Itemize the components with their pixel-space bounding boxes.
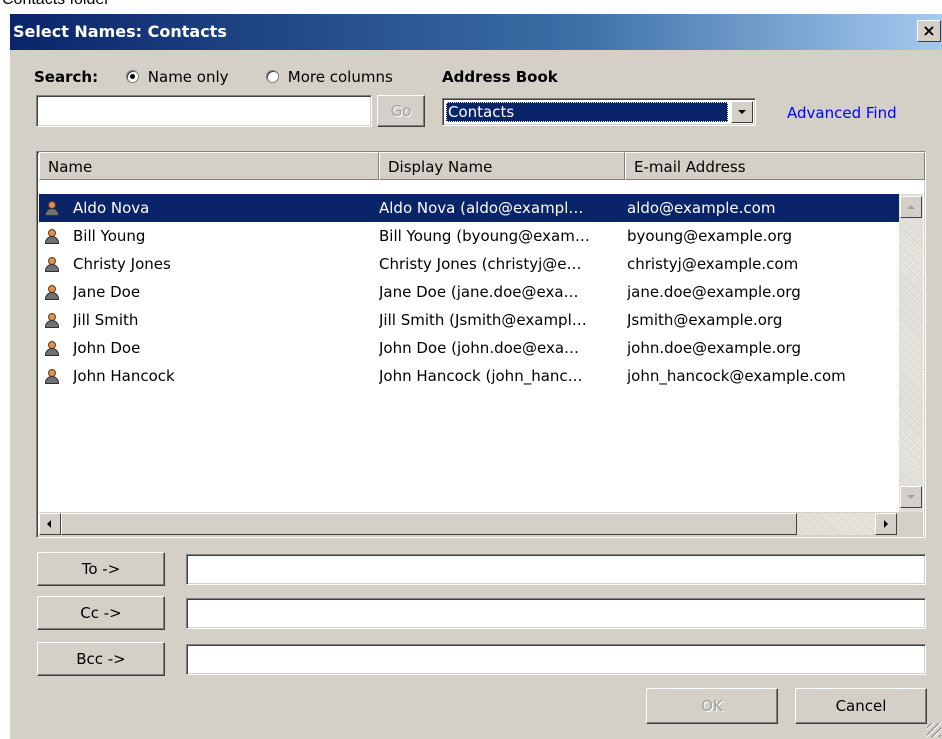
radio-name-only[interactable]: Name only — [126, 66, 229, 88]
contact-email: john_hancock@example.com — [627, 367, 846, 385]
contact-name: John Hancock — [73, 367, 175, 385]
radio-name-only-dot[interactable] — [126, 70, 139, 83]
contact-icon — [45, 313, 59, 328]
scroll-up-icon — [907, 205, 915, 209]
radio-more-columns-label: More columns — [287, 68, 393, 86]
contact-name: Aldo Nova — [73, 199, 150, 217]
column-header-name[interactable]: Name — [39, 152, 379, 180]
vertical-scrollbar[interactable] — [899, 194, 923, 512]
bcc-field[interactable] — [186, 644, 926, 675]
contact-icon — [45, 257, 59, 272]
search-input[interactable] — [36, 95, 372, 127]
scroll-down-button[interactable] — [900, 486, 922, 508]
contact-display-name: John Hancock (john_hanc… — [379, 367, 583, 385]
contact-icon — [45, 369, 59, 384]
horizontal-scroll-track[interactable] — [797, 513, 875, 535]
advanced-find-link[interactable]: Advanced Find — [787, 103, 897, 123]
address-book-label: Address Book — [442, 68, 558, 86]
contact-display-name: Jill Smith (Jsmith@exampl… — [379, 311, 587, 329]
contact-email: jane.doe@example.org — [627, 283, 801, 301]
address-book-dropdown[interactable]: Contacts — [442, 98, 756, 126]
column-header-email[interactable]: E-mail Address — [625, 152, 925, 180]
contact-icon — [45, 285, 59, 300]
bcc-button[interactable]: Bcc -> — [37, 642, 165, 676]
table-row[interactable]: Christy Jones Christy Jones (christyj@e…… — [39, 250, 899, 278]
scroll-right-button[interactable] — [875, 513, 897, 535]
contact-name: Christy Jones — [73, 255, 171, 273]
cc-button[interactable]: Cc -> — [37, 596, 165, 630]
cc-field[interactable] — [186, 598, 926, 629]
contact-display-name: Jane Doe (jane.doe@exa… — [379, 283, 579, 301]
table-row[interactable]: John Hancock John Hancock (john_hanc… jo… — [39, 362, 899, 390]
window-title: Select Names: Contacts — [13, 22, 227, 41]
contact-email: byoung@example.org — [627, 227, 793, 245]
scroll-up-button[interactable] — [900, 196, 922, 218]
table-row[interactable]: Jane Doe Jane Doe (jane.doe@exa… jane.do… — [39, 278, 899, 306]
table-row[interactable]: Bill Young Bill Young (byoung@exam… byou… — [39, 222, 899, 250]
search-label-text: Search: — [34, 68, 99, 86]
radio-more-columns[interactable]: More columns — [266, 66, 393, 88]
chevron-down-icon — [738, 110, 746, 114]
address-book-selected: Contacts — [446, 102, 728, 122]
contact-name: Jill Smith — [73, 311, 139, 329]
contact-name: John Doe — [73, 339, 141, 357]
contact-name: Bill Young — [73, 227, 146, 245]
close-button[interactable]: × — [917, 20, 941, 42]
contact-email: christyj@example.com — [627, 255, 799, 273]
contact-icon — [45, 229, 59, 244]
contact-display-name: Christy Jones (christyj@e… — [379, 255, 582, 273]
contact-display-name: Bill Young (byoung@exam… — [379, 227, 590, 245]
contact-icon — [45, 341, 59, 356]
horizontal-scrollbar[interactable] — [39, 512, 923, 536]
select-names-dialog: Select Names: Contacts × Search: Name on… — [9, 13, 942, 739]
radio-more-columns-dot[interactable] — [266, 70, 279, 83]
table-row[interactable]: John Doe John Doe (john.doe@exa… john.do… — [39, 334, 899, 362]
contact-email: john.doe@example.org — [627, 339, 801, 357]
contact-name: Jane Doe — [73, 283, 141, 301]
resize-grip-icon[interactable] — [927, 723, 941, 737]
background-caption: Contacts folder — [0, 0, 110, 9]
cancel-button[interactable]: Cancel — [795, 688, 927, 724]
column-header-display-name[interactable]: Display Name — [379, 152, 625, 180]
to-button[interactable]: To -> — [37, 552, 165, 586]
scroll-left-button[interactable] — [39, 513, 61, 535]
title-bar[interactable]: Select Names: Contacts × — [10, 14, 942, 50]
contact-icon — [45, 201, 59, 216]
ok-button[interactable]: OK — [646, 688, 778, 724]
contact-email: Jsmith@example.org — [627, 311, 783, 329]
dropdown-arrow-button[interactable] — [731, 101, 753, 123]
contact-display-name: Aldo Nova (aldo@exampl… — [379, 199, 584, 217]
contacts-list[interactable]: Name Display Name E-mail Address Aldo No… — [36, 151, 926, 538]
close-icon: × — [922, 21, 936, 40]
contact-display-name: John Doe (john.doe@exa… — [379, 339, 580, 357]
to-field[interactable] — [186, 554, 926, 585]
table-row[interactable]: Aldo Nova Aldo Nova (aldo@exampl… aldo@e… — [39, 194, 899, 222]
search-label: Search: — [34, 66, 98, 88]
horizontal-scroll-thumb[interactable] — [61, 513, 797, 535]
scroll-down-icon — [907, 495, 915, 499]
radio-name-only-label: Name only — [147, 68, 229, 86]
contact-email: aldo@example.com — [627, 199, 776, 217]
scroll-right-icon — [884, 520, 888, 528]
table-row[interactable]: Jill Smith Jill Smith (Jsmith@exampl… Js… — [39, 306, 899, 334]
go-button[interactable]: Go — [377, 95, 425, 127]
scroll-left-icon — [47, 520, 51, 528]
